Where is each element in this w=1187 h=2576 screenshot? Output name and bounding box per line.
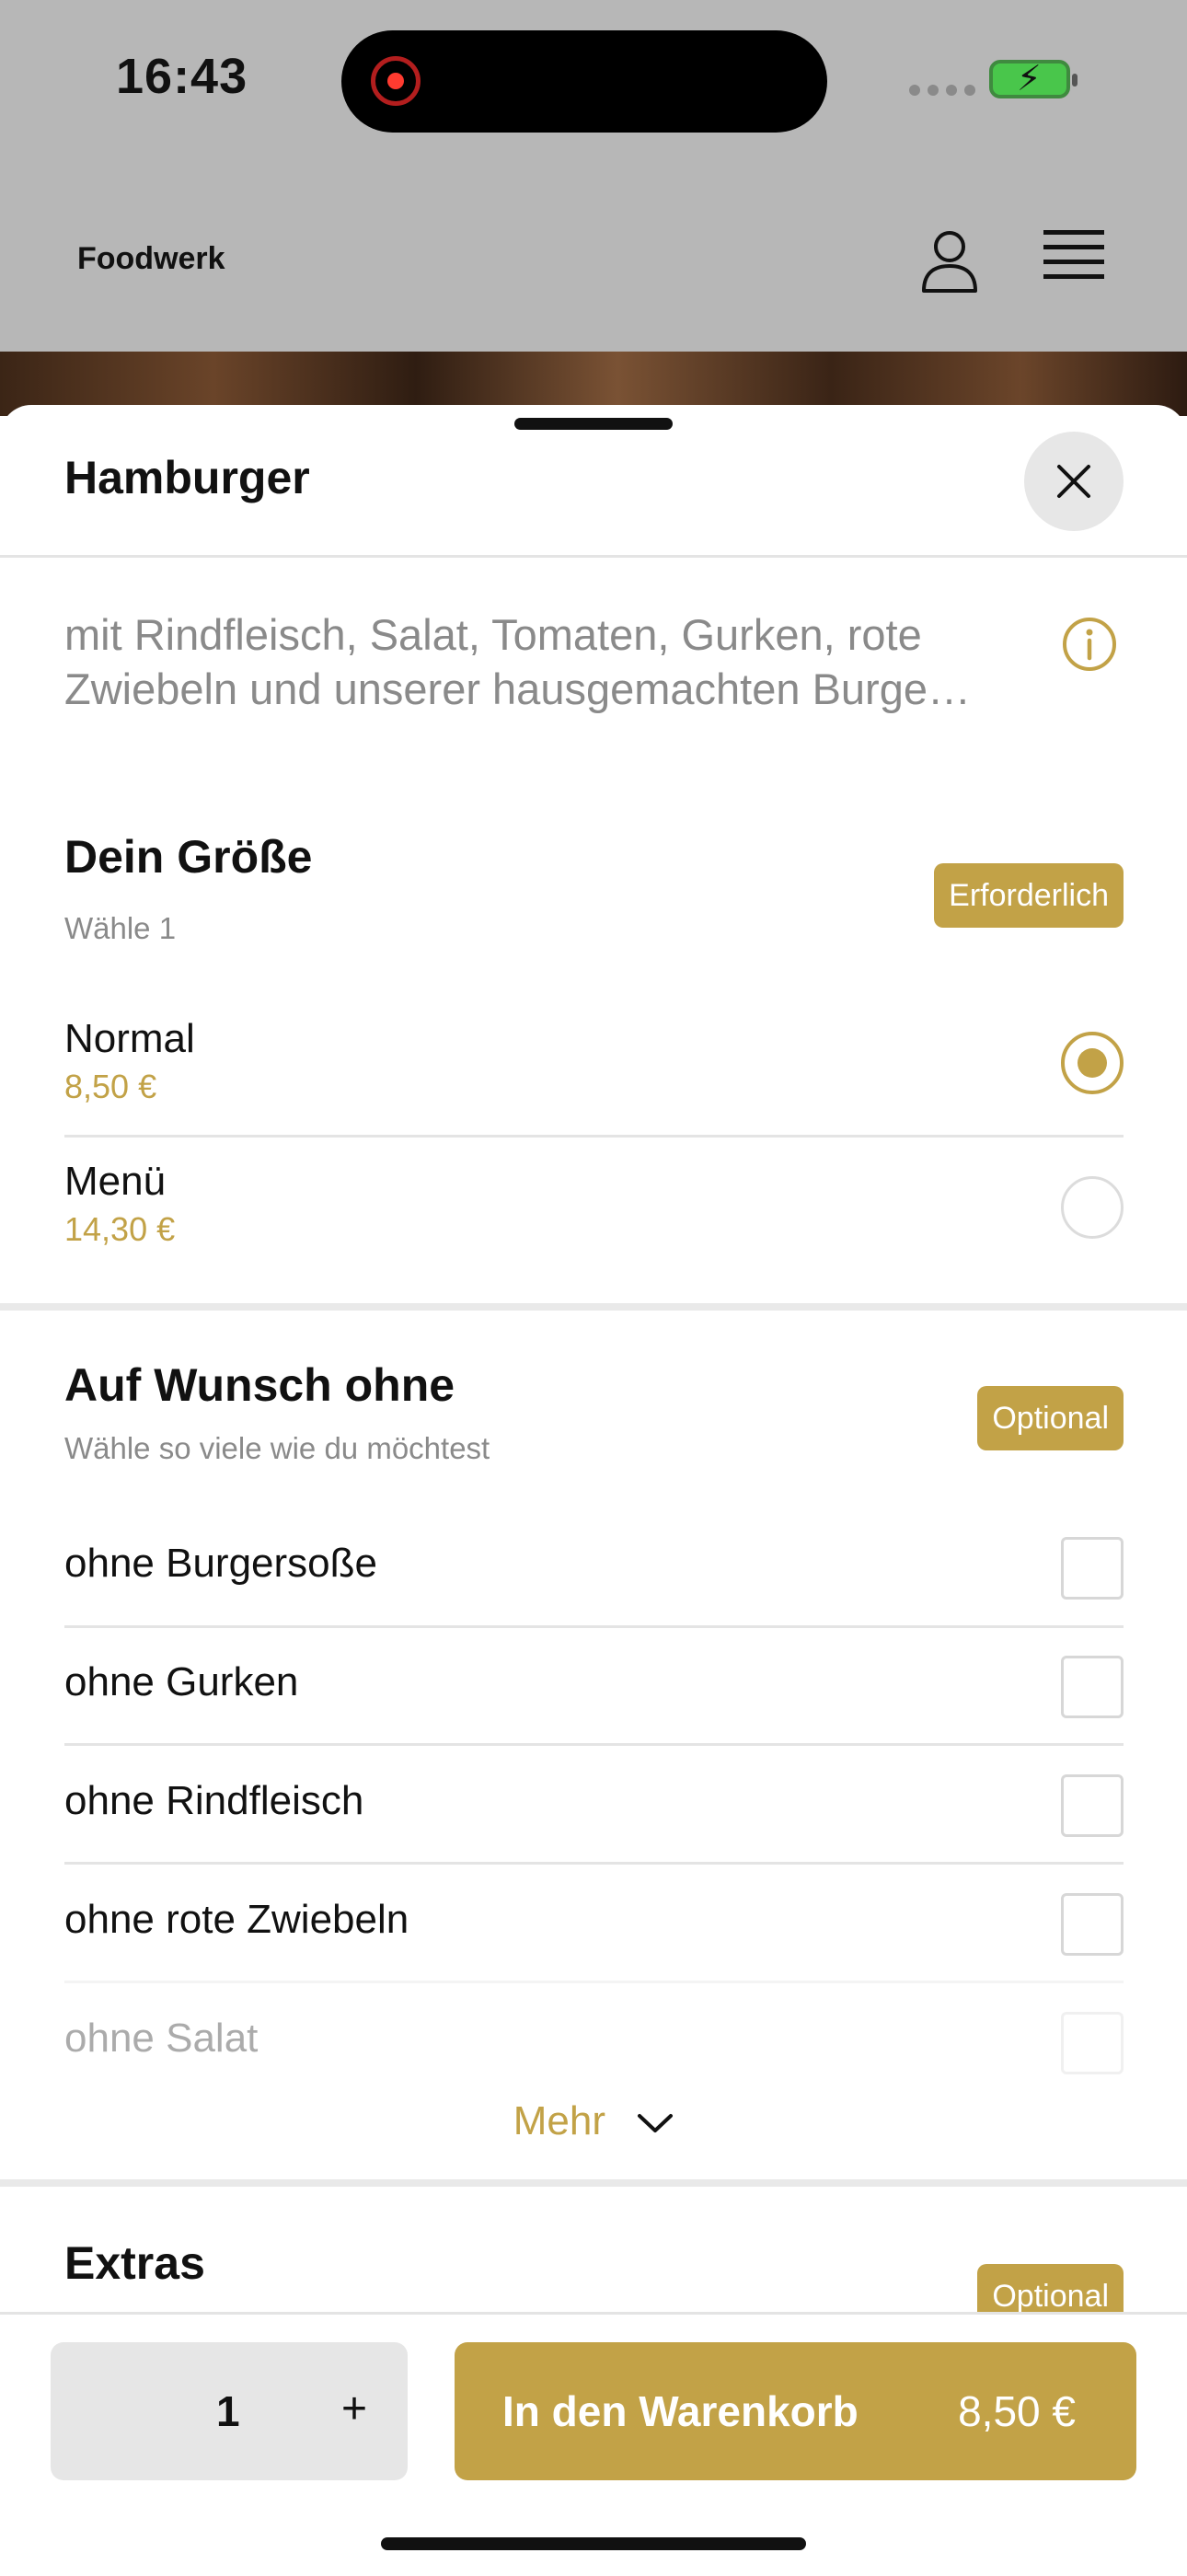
without-section-title: Auf Wunsch ohne — [64, 1359, 455, 1411]
cart-price: 8,50 € — [958, 2387, 1076, 2435]
extras-section-title: Extras — [64, 2237, 205, 2289]
dynamic-island — [341, 30, 827, 133]
radio-normal-selected[interactable] — [1061, 1032, 1124, 1094]
sheet-grabber[interactable] — [514, 418, 673, 430]
product-title: Hamburger — [64, 452, 310, 503]
option-ohne-rindfleisch[interactable]: ohne Rindfleisch — [64, 1778, 1124, 1824]
app-header: Foodwerk — [0, 184, 1187, 350]
divider — [64, 1862, 1124, 1865]
increment-button[interactable]: + — [327, 2377, 382, 2442]
checkbox-ohne-gurken[interactable] — [1061, 1656, 1124, 1718]
option-price: 8,50 € — [64, 1068, 157, 1105]
required-badge: Erforderlich — [934, 863, 1124, 928]
quantity-value: 1 — [216, 2387, 240, 2435]
add-to-cart-button[interactable]: In den Warenkorb 8,50 € — [455, 2342, 1136, 2480]
hamburger-menu-icon[interactable] — [1043, 230, 1104, 291]
brand-name[interactable]: Foodwerk — [77, 241, 225, 277]
section-divider — [0, 1303, 1187, 1311]
user-icon[interactable] — [920, 228, 979, 295]
option-name: ohne rote Zwiebeln — [64, 1897, 409, 1942]
without-section-subtitle: Wähle so viele wie du möchtest — [64, 1431, 490, 1465]
close-icon — [1057, 465, 1090, 498]
radio-menu[interactable] — [1061, 1176, 1124, 1239]
divider — [64, 1743, 1124, 1746]
status-time: 16:43 — [116, 49, 248, 104]
checkbox-ohne-rindfleisch[interactable] — [1061, 1774, 1124, 1837]
checkbox-ohne-burgersosse[interactable] — [1061, 1537, 1124, 1600]
bottom-action-bar: 1 + In den Warenkorb 8,50 € — [0, 2312, 1187, 2576]
option-name: ohne Burgersoße — [64, 1541, 377, 1586]
option-price: 14,30 € — [64, 1210, 176, 1248]
recording-icon — [371, 56, 421, 106]
size-section-title: Dein Größe — [64, 831, 313, 883]
section-divider — [0, 2179, 1187, 2187]
product-sheet: Hamburger mit Rindfleisch, Salat, Tomate… — [0, 405, 1187, 2573]
status-bar: 16:43 ⚡ — [0, 0, 1187, 166]
add-to-cart-label: In den Warenkorb — [502, 2387, 859, 2435]
info-icon[interactable] — [1062, 617, 1117, 672]
signal-icon — [909, 85, 975, 96]
product-description: mit Rindfleisch, Salat, Tomaten, Gurken,… — [64, 610, 971, 713]
divider — [64, 1625, 1124, 1628]
sheet-header: Hamburger — [0, 405, 1187, 558]
quantity-stepper: 1 + — [51, 2342, 408, 2480]
close-button[interactable] — [1024, 432, 1124, 531]
size-section-subtitle: Wähle 1 — [64, 911, 177, 945]
option-name: Normal — [64, 1016, 195, 1061]
show-more-label: Mehr — [513, 2098, 605, 2143]
option-name: ohne Salat — [64, 2016, 259, 2061]
size-option-menu[interactable]: Menü 14,30 € — [64, 1159, 1124, 1249]
divider — [64, 1981, 1124, 1983]
background-app: 16:43 ⚡ Foodwerk — [0, 0, 1187, 416]
checkbox-ohne-rote-zwiebeln[interactable] — [1061, 1893, 1124, 1956]
option-ohne-rote-zwiebeln[interactable]: ohne rote Zwiebeln — [64, 1897, 1124, 1943]
battery-charging-icon: ⚡ — [989, 60, 1078, 98]
checkbox-ohne-salat[interactable] — [1061, 2012, 1124, 2074]
option-ohne-salat[interactable]: ohne Salat — [64, 2016, 1124, 2062]
size-option-normal[interactable]: Normal 8,50 € — [64, 1016, 1124, 1106]
option-name: ohne Gurken — [64, 1659, 299, 1704]
divider — [64, 1135, 1124, 1138]
chevron-down-icon — [638, 2114, 674, 2133]
option-ohne-gurken[interactable]: ohne Gurken — [64, 1659, 1124, 1705]
optional-badge: Optional — [977, 1386, 1124, 1450]
option-name: Menü — [64, 1159, 167, 1204]
option-ohne-burgersosse[interactable]: ohne Burgersoße — [64, 1541, 1124, 1587]
home-indicator — [381, 2537, 806, 2550]
option-name: ohne Rindfleisch — [64, 1778, 364, 1823]
show-more-button[interactable]: Mehr — [0, 2098, 1187, 2144]
